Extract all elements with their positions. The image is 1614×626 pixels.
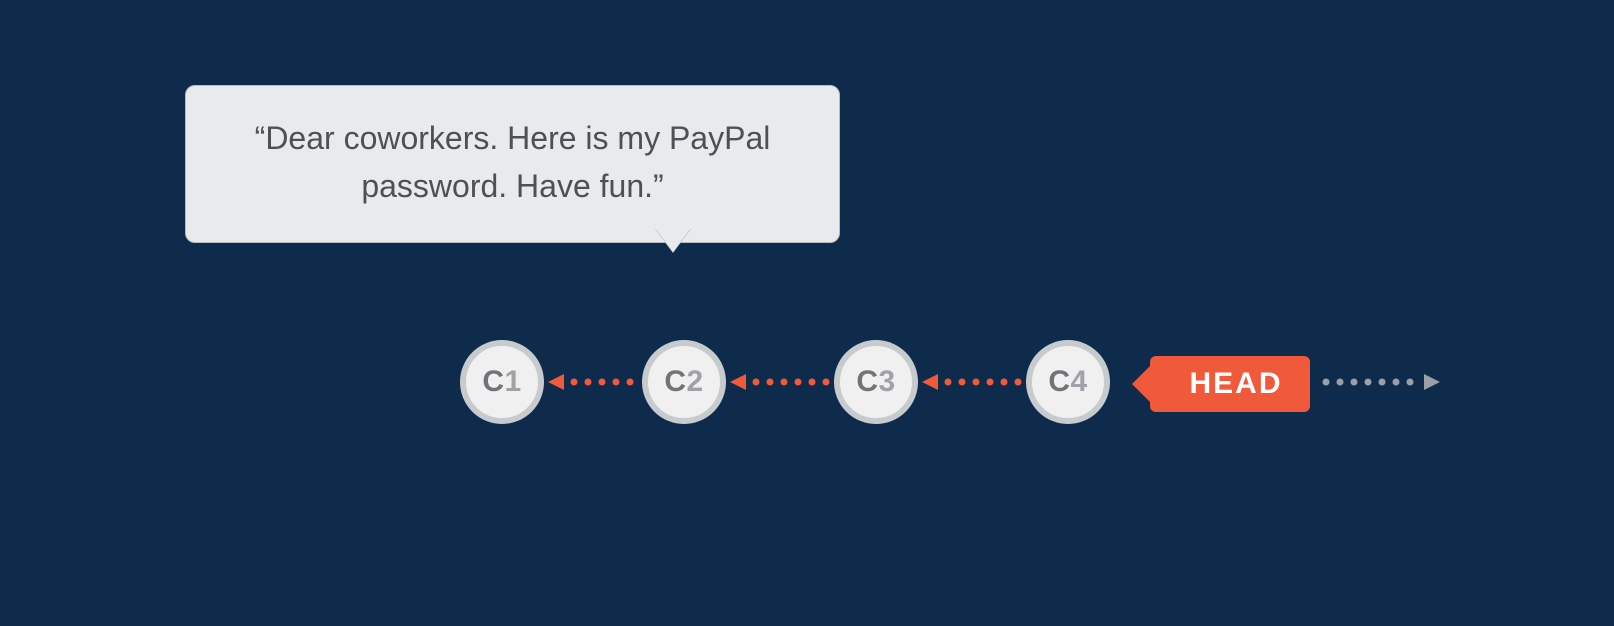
commit-message-bubble: “Dear coworkers. Here is my PayPal passw… [185,85,840,243]
commit-prefix: C [856,365,878,399]
head-label: HEAD [1189,367,1282,401]
commit-number: 2 [686,365,703,399]
future-arrow-icon [1320,374,1440,390]
commit-node-c1: C1 [460,340,544,424]
commit-history-row: C1 C2 C3 [0,340,1614,430]
commit-node-c4: C4 [1026,340,1110,424]
parent-arrow-icon [730,374,830,390]
commit-prefix: C [482,365,504,399]
commit-prefix: C [664,365,686,399]
commit-number: 1 [504,365,521,399]
commit-number: 3 [878,365,895,399]
parent-arrow-icon [548,374,638,390]
commit-message-text: “Dear coworkers. Here is my PayPal passw… [255,120,771,204]
head-pointer-tag: HEAD [1150,356,1310,412]
commit-prefix: C [1048,365,1070,399]
commit-number: 4 [1070,365,1087,399]
bubble-tail-icon [655,228,691,252]
commit-node-c2: C2 [642,340,726,424]
parent-arrow-icon [922,374,1022,390]
commit-node-c3: C3 [834,340,918,424]
